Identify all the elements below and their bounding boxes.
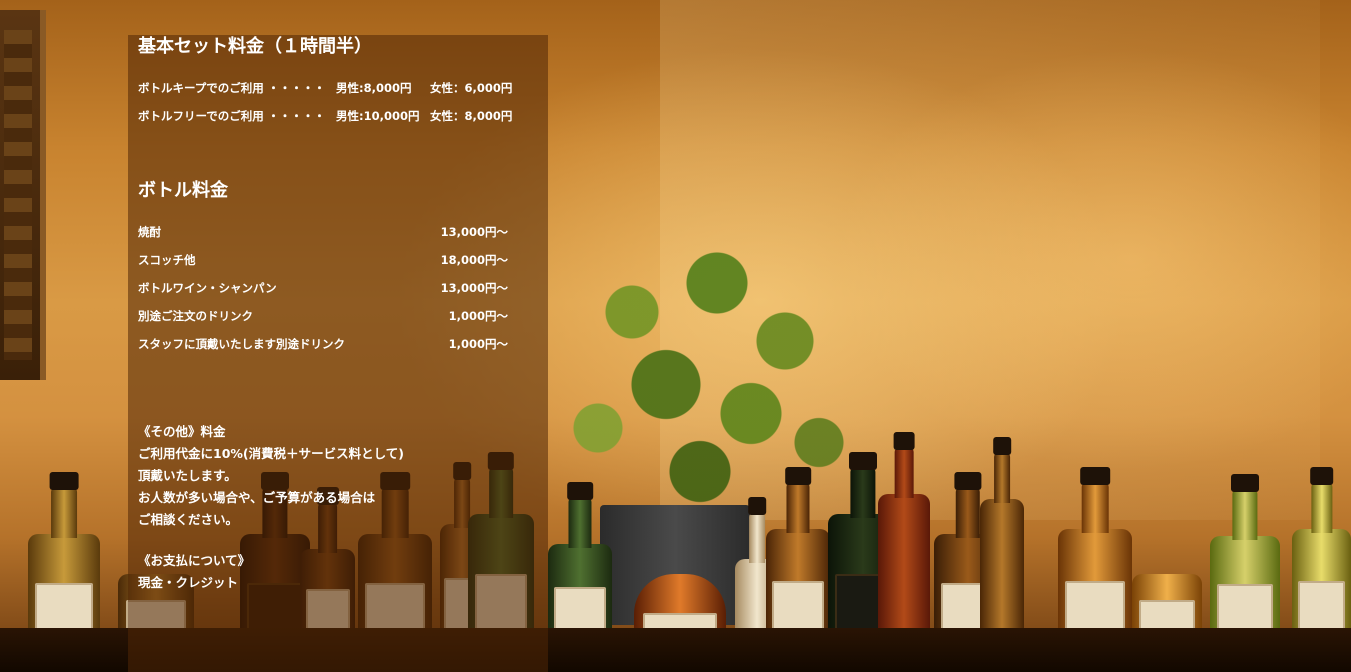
payment-methods: 現金・クレジット [138, 575, 239, 590]
bottle-price: 13,000円～ [440, 281, 508, 295]
set-price-male: 男性:8,000円 [336, 81, 412, 95]
other-charges-line: 頂戴いたします。 [138, 468, 237, 483]
set-price-female: 女性：6,000円 [430, 81, 513, 95]
bottle-price: 1,000円～ [448, 337, 508, 351]
other-charges-line: お人数が多い場合や、ご予算がある場合は [138, 490, 376, 505]
bottle-price-heading: ボトル料金 [138, 180, 228, 201]
bottle-name: スタッフに頂戴いたします別途ドリンク [138, 337, 345, 351]
other-charges-line: ご相談ください。 [138, 512, 239, 527]
bottle-name: 焼酎 [138, 225, 161, 239]
bottle-name: スコッチ他 [138, 253, 196, 267]
set-price-female: 女性：8,000円 [430, 109, 513, 123]
set-price-label: ボトルキープでのご利用 ・・・・・ [138, 81, 326, 95]
potted-plant-leaves [530, 225, 870, 515]
set-price-male: 男性:10,000円 [336, 109, 420, 123]
bottle-name: ボトルワイン・シャンパン [138, 281, 277, 295]
bottle-price: 1,000円～ [448, 309, 508, 323]
bottle-price: 13,000円～ [440, 225, 508, 239]
window-blind [0, 10, 46, 380]
other-charges-heading: 《その他》料金 [138, 424, 226, 439]
price-panel: 基本セット料金（１時間半） ボトルキープでのご利用 ・・・・・ 男性:8,000… [128, 35, 548, 672]
set-price-heading: 基本セット料金（１時間半） [138, 36, 372, 57]
set-price-label: ボトルフリーでのご利用 ・・・・・ [138, 109, 326, 123]
bar-background-photo: 基本セット料金（１時間半） ボトルキープでのご利用 ・・・・・ 男性:8,000… [0, 0, 1351, 672]
bottle-name: 別途ご注文のドリンク [138, 309, 253, 323]
payment-heading: 《お支払について》 [138, 553, 251, 568]
bottle-price: 18,000円～ [440, 253, 508, 267]
other-charges-line: ご利用代金に10%(消費税＋サービス料として) [138, 446, 404, 461]
